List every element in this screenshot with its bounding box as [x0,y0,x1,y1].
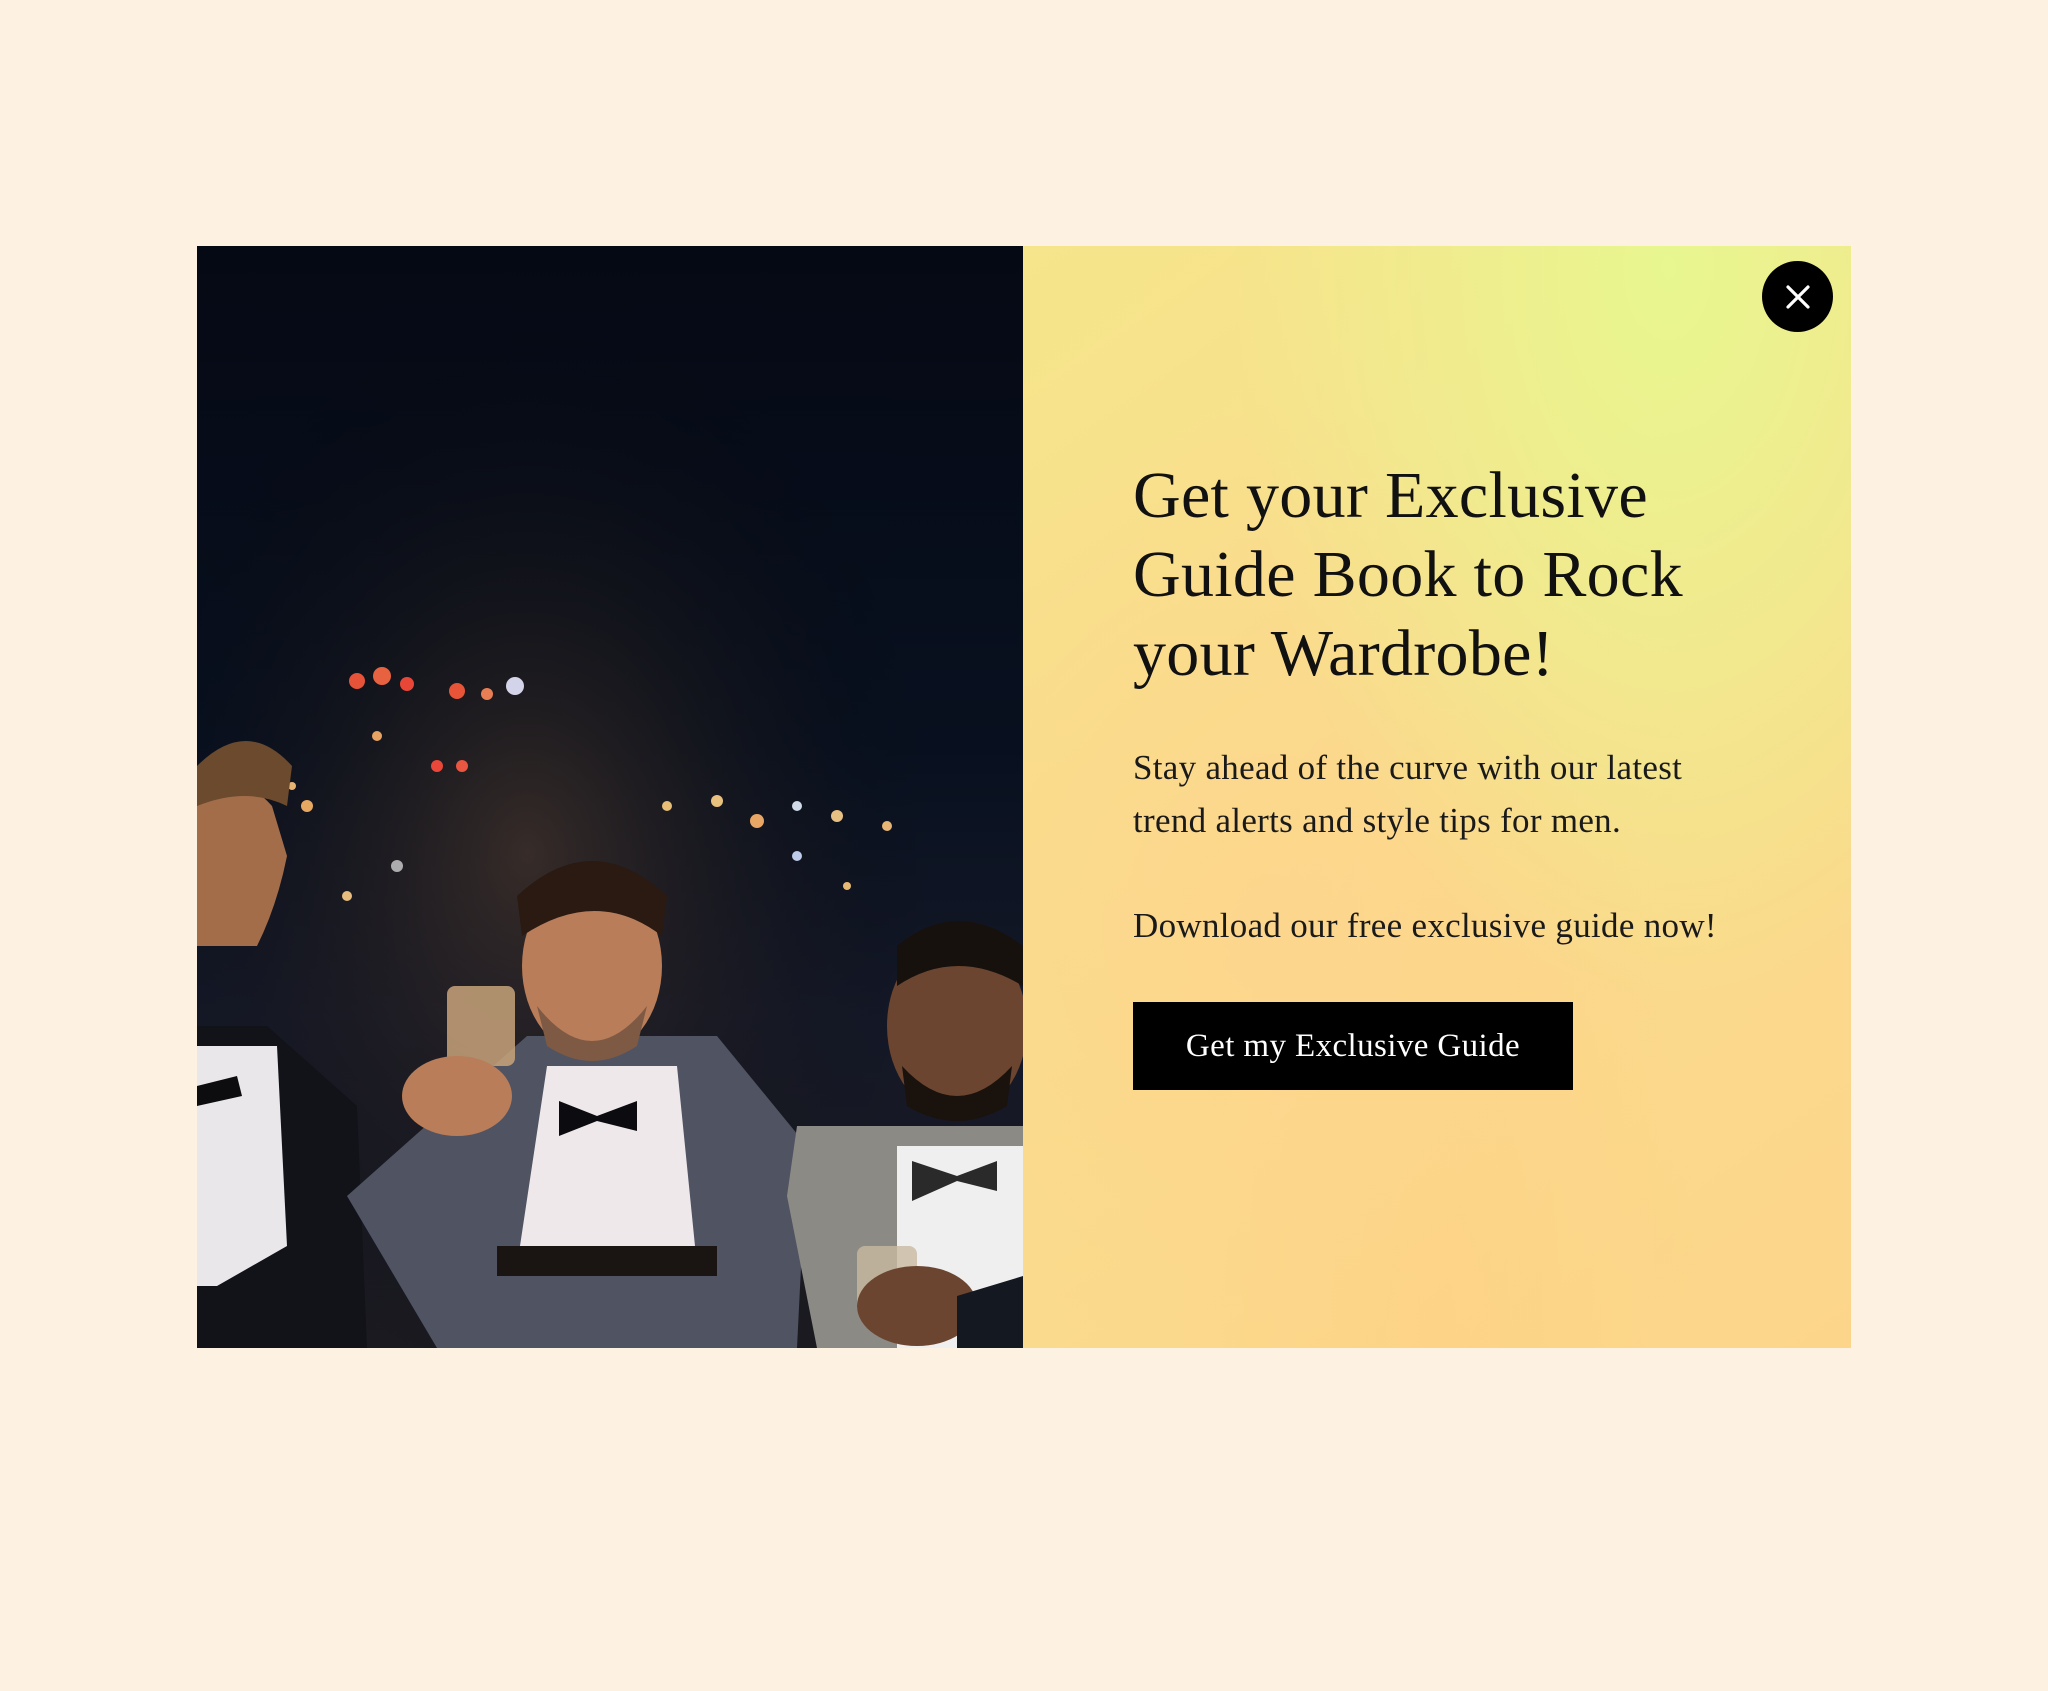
headline: Get your Exclusive Guide Book to Rock yo… [1133,459,1683,690]
hero-photo [197,246,1023,1348]
popup-modal: Get your Exclusive Guide Book to Rock yo… [197,246,1851,1348]
download-prompt: Download our free exclusive guide now! [1133,906,1717,945]
promo-panel: Get your Exclusive Guide Book to Rock yo… [1023,246,1851,1348]
promo-text: Get your Exclusive Guide Book to Rock yo… [1133,456,1773,1090]
description-paragraph: Stay ahead of the curve with our latest … [1133,748,1683,840]
get-guide-button[interactable]: Get my Exclusive Guide [1133,1002,1573,1090]
close-button[interactable] [1762,261,1833,332]
close-icon [1785,284,1810,309]
